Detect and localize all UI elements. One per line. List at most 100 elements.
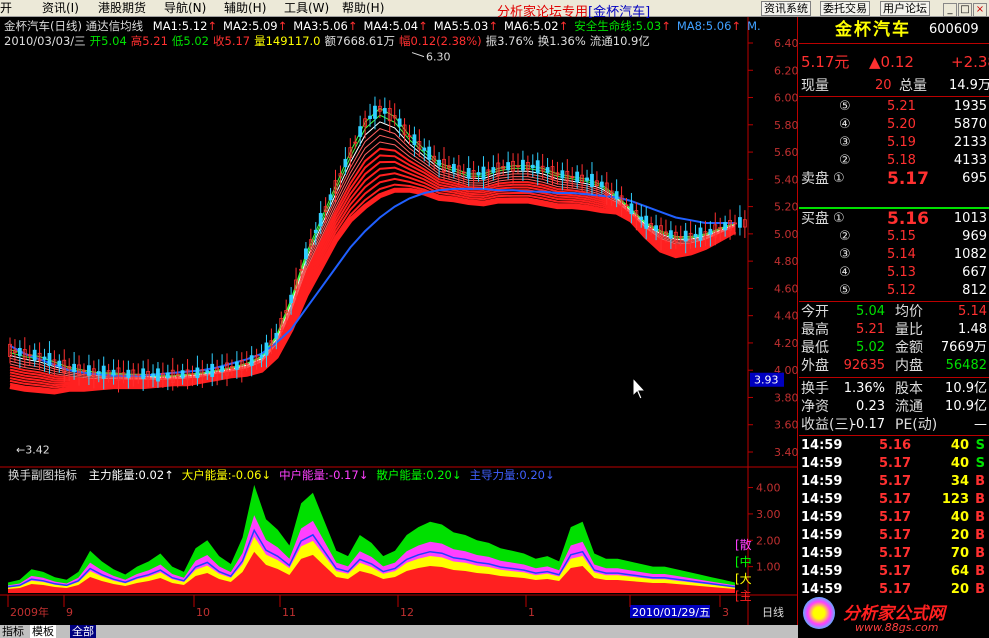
close-button[interactable]: × [973, 3, 987, 17]
ma-arrow-icon: ↑ [731, 19, 742, 33]
stat-label: 内盘 [895, 358, 923, 374]
stat-row: 最高 5.21 量比 1.48 [799, 321, 989, 339]
divider [799, 301, 989, 302]
candle-body [437, 159, 441, 166]
y-tick-label: 3.60 [774, 419, 798, 432]
arrow-icon: ↓ [358, 468, 369, 482]
sub-indicator-label: 主力能量:0.02 [88, 468, 165, 482]
menu-item-tools[interactable]: 工具(W) [284, 1, 329, 16]
sell-price: 5.17 [887, 169, 929, 189]
level-no: ③ [839, 247, 851, 262]
stat-value: 56482 [945, 358, 987, 373]
tick-side: S [975, 456, 985, 471]
ohlc-field: 额7668.61万 [324, 34, 396, 48]
chart-header-line1: 金杯汽车(日线) 通达信均线 MA1:5.12↑ MA2:5.09↑ MA3:5.0… [4, 19, 761, 33]
sell-volume: 5870 [953, 117, 987, 132]
stat-value: — [974, 417, 987, 432]
level-no: ② [839, 153, 851, 168]
candle-body [249, 355, 254, 366]
bottom-tab-bar: 指标 模板 全部 [0, 625, 798, 638]
level-no: ① [833, 171, 845, 186]
price-change: ▲0.12 [869, 53, 914, 71]
price-change-pct: +2.38 [951, 53, 989, 71]
sub-indicator-label: 散户能量:0.20 [376, 468, 452, 482]
stat-label: 最高 [801, 322, 829, 338]
candle-body [205, 370, 210, 374]
candle-body [156, 368, 160, 382]
ma-value-8: MA8:5.06 [676, 19, 732, 33]
candle-body [234, 361, 239, 370]
candle-body [274, 332, 279, 339]
tick-volume: 20 [950, 528, 969, 543]
now-volume: 20 [875, 78, 892, 93]
candle-body [590, 173, 594, 188]
sub-chart-title: 换手副图指标 [8, 468, 77, 482]
sell-volume: 695 [962, 171, 987, 186]
buy-level-row: ⑤ 5.12 812 [799, 282, 989, 300]
tick-volume: 123 [941, 492, 969, 507]
candle-body [358, 126, 363, 137]
candle-body [723, 222, 728, 231]
stock-title-row: 金杯汽车 600609 [799, 21, 989, 39]
tick-side: B [975, 546, 985, 561]
ma-ribbon-line [9, 141, 736, 380]
kline-chart-svg[interactable]: 6.40 6.20 6.00 5.80 5.60 5.40 5.20 5.00 4.80 4.60… [0, 17, 798, 625]
menu-bar: 开 资讯(I) 港股期货 导航(N) 辅助(H) 工具(W) 帮助(H) 分析家… [0, 0, 989, 20]
candle-body [111, 369, 116, 376]
candle-body [101, 365, 106, 379]
y-tick-label: 5.00 [774, 228, 798, 241]
maximize-button[interactable]: □ [958, 3, 972, 17]
tick-row: 14:59 5.17 40 B [799, 509, 989, 527]
divider [799, 43, 989, 44]
menu-item-navigate[interactable]: 导航(N) [164, 1, 206, 16]
y-tick-label: 5.80 [774, 119, 798, 132]
sell-price: 5.21 [887, 99, 916, 114]
sub-y-tick-label: 4.00 [756, 482, 781, 495]
trade-button[interactable]: 委托交易 [820, 1, 870, 16]
menu-item-hk-futures[interactable]: 港股期货 [98, 1, 146, 16]
sell-label: 卖盘 [801, 171, 829, 187]
candle-body [422, 147, 427, 151]
now-volume-label: 现量 [801, 78, 829, 94]
forum-button[interactable]: 用户论坛 [880, 1, 930, 16]
buy-price: 5.12 [887, 283, 916, 298]
sell-volume: 2133 [953, 135, 987, 150]
candle-body [629, 203, 634, 215]
tab-all[interactable]: 全部 [70, 625, 96, 638]
chart-area[interactable]: 6.40 6.20 6.00 5.80 5.60 5.40 5.20 5.00 4.80 4.60… [0, 17, 798, 625]
arrow-icon: ↓ [261, 468, 272, 482]
candle-body [412, 134, 417, 146]
y-tick-label: 4.40 [774, 310, 798, 323]
menu-item-info[interactable]: 资讯(I) [42, 1, 79, 16]
ma-arrow-icon: ↑ [488, 19, 498, 33]
candle-body [126, 369, 131, 378]
candle-body [530, 164, 535, 169]
candle-body [328, 194, 333, 201]
candle-body [521, 159, 525, 171]
candle-body [47, 352, 52, 367]
buy-price: 5.15 [887, 229, 916, 244]
stat-label: 最低 [801, 340, 829, 356]
buy-level-row: 买盘 ① 5.16 1013 [799, 210, 989, 228]
buy-level-row: ② 5.15 969 [799, 228, 989, 246]
minimize-button[interactable]: _ [943, 3, 957, 17]
high-annotation-pointer [411, 52, 425, 58]
ma-ribbon-line [9, 154, 736, 383]
candle-body [318, 213, 323, 227]
stat-row: 今开 5.04 均价 5.14 [799, 303, 989, 321]
sub-indicator-label: 大户能量:-0.06 [181, 468, 262, 482]
stat-value: 1.48 [958, 322, 987, 337]
sub-y-tick-label: 3.00 [756, 508, 781, 521]
menu-item-help[interactable]: 帮助(H) [342, 1, 384, 16]
tab-indicator[interactable]: 指标 [2, 625, 24, 638]
tab-template[interactable]: 模板 [30, 625, 56, 638]
sell-volume: 1935 [953, 99, 987, 114]
menu-item-open[interactable]: 开 [0, 1, 12, 16]
stock-name: 金杯汽车 [835, 20, 911, 40]
info-system-button[interactable]: 资讯系统 [761, 1, 811, 16]
stat-value: 5.21 [856, 322, 885, 337]
buy-price: 5.16 [887, 209, 929, 229]
menu-item-assist[interactable]: 辅助(H) [224, 1, 266, 16]
ohlc-field: 高5.21 [130, 34, 168, 48]
sub-y-tick-label: 2.00 [756, 534, 781, 547]
